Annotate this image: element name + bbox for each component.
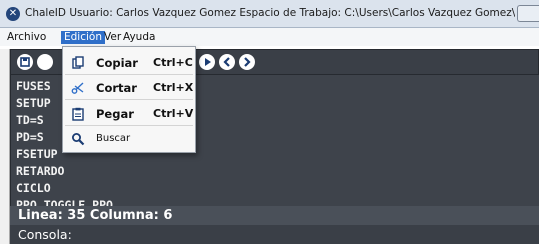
pegar-shortcut: Ctrl+V	[153, 107, 194, 120]
copiar-shortcut: Ctrl+C	[153, 56, 193, 69]
play-icon[interactable]	[199, 54, 215, 70]
cortar-shortcut: Ctrl+X	[153, 81, 194, 94]
menu-divider	[65, 99, 193, 100]
code-line: CICLO	[16, 181, 51, 195]
menu-item-buscar[interactable]: Buscar	[63, 127, 195, 149]
menu-divider	[65, 74, 193, 75]
edit-dropdown-menu: Copiar Ctrl+C Cortar Ctrl+X Pegar Ctrl+V…	[62, 46, 196, 153]
menu-ayuda[interactable]: Ayuda	[120, 31, 158, 44]
code-line: RETARDO	[16, 164, 65, 178]
menu-item-copiar[interactable]: Copiar Ctrl+C	[63, 51, 195, 73]
paste-icon	[71, 106, 85, 121]
menu-divider	[65, 125, 193, 126]
app-logo-icon: ✕	[6, 7, 20, 21]
scissors-icon	[71, 80, 85, 94]
console-label: Consola:	[18, 227, 72, 242]
pegar-label: Pegar	[96, 107, 134, 121]
title-bar: ✕ ChaleID Usuario: Carlos Vazquez Gomez …	[0, 0, 539, 28]
cortar-label: Cortar	[96, 81, 137, 95]
console-panel: Consola:	[10, 225, 539, 244]
menu-item-cortar[interactable]: Cortar Ctrl+X	[63, 76, 195, 98]
code-line: SETUP	[16, 96, 51, 110]
copiar-label: Copiar	[96, 56, 138, 70]
code-line: PPO_TOGGLE_PPO	[16, 198, 113, 206]
copy-icon	[71, 55, 85, 69]
open-icon[interactable]	[37, 54, 53, 70]
menu-edicion[interactable]: Edición	[61, 31, 105, 44]
code-line: PD=S	[16, 130, 44, 144]
save-icon[interactable]	[17, 54, 33, 70]
window-title: ChaleID Usuario: Carlos Vazquez Gomez Es…	[25, 7, 515, 19]
code-line: TD=S	[16, 113, 44, 127]
search-icon	[71, 131, 85, 146]
left-gutter	[0, 49, 10, 244]
back-icon[interactable]	[219, 54, 235, 70]
code-line: FSETUP	[16, 147, 58, 161]
menu-item-pegar[interactable]: Pegar Ctrl+V	[63, 102, 195, 124]
forward-icon[interactable]	[239, 54, 255, 70]
cursor-position: Linea: 35 Columna: 6	[18, 208, 173, 223]
menu-archivo[interactable]: Archivo	[4, 31, 49, 44]
code-line: FUSES	[16, 79, 51, 93]
minimize-button[interactable]	[517, 5, 539, 22]
status-bar: Linea: 35 Columna: 6	[10, 206, 539, 225]
buscar-label: Buscar	[96, 133, 131, 144]
menu-bar: Archivo Edición Ver Ayuda	[0, 28, 539, 46]
